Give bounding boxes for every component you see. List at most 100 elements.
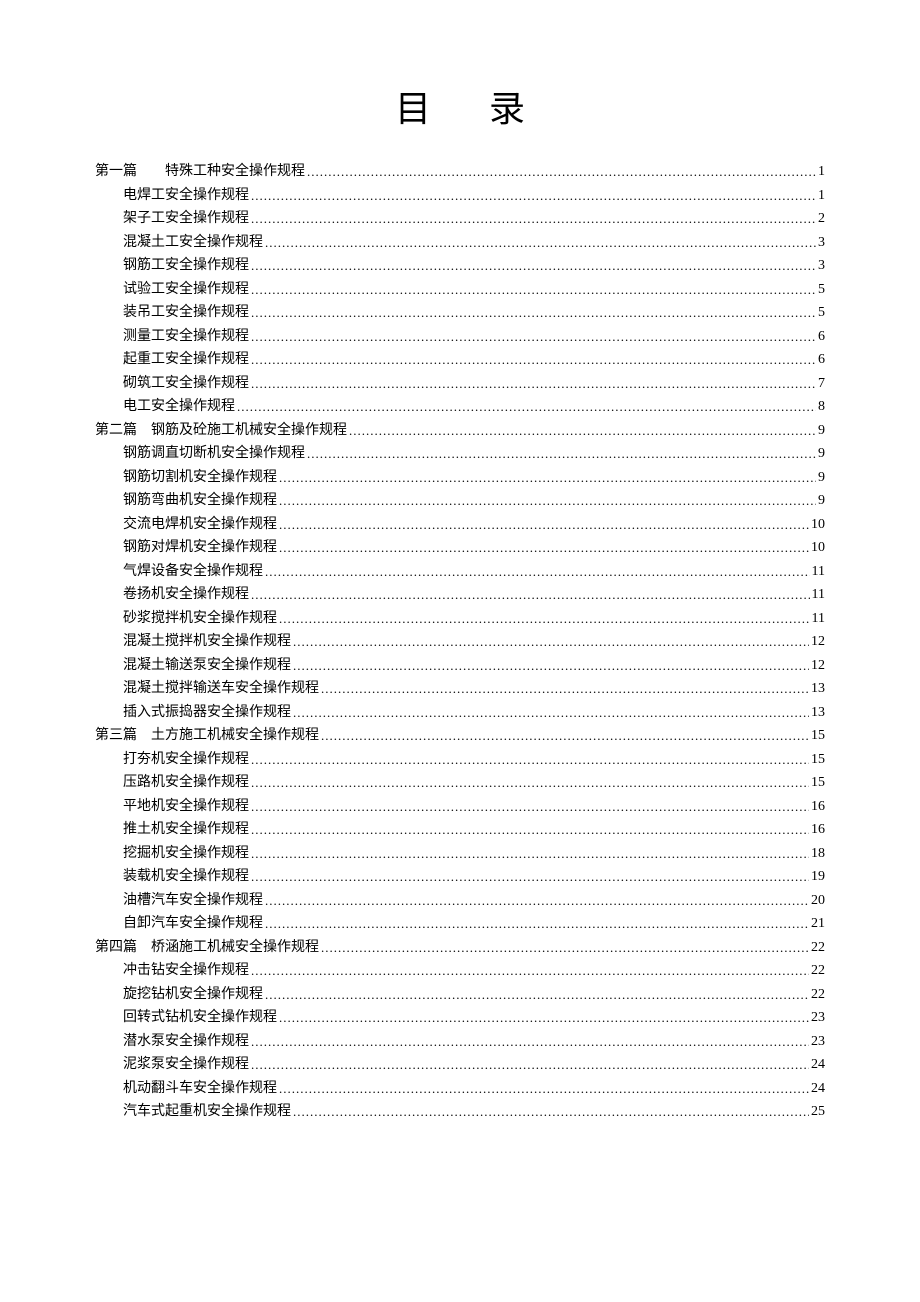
toc-entry-label: 汽车式起重机安全操作规程 — [123, 1101, 291, 1124]
toc-leader-dots — [265, 232, 816, 255]
toc-entry-page: 21 — [811, 913, 825, 936]
toc-leader-dots — [251, 255, 816, 278]
toc-entry: 混凝土输送泵安全操作规程12 — [95, 654, 825, 678]
toc-entry: 自卸汽车安全操作规程21 — [95, 912, 825, 936]
toc-entry-page: 8 — [818, 396, 825, 419]
toc-entry: 钢筋调直切断机安全操作规程 9 — [95, 442, 825, 466]
toc-entry: 推土机安全操作规程16 — [95, 818, 825, 842]
table-of-contents: 第一篇 特殊工种安全操作规程1电焊工安全操作规程1架子工安全操作规程2混凝土工安… — [95, 160, 825, 1124]
toc-entry-page: 15 — [811, 772, 825, 795]
toc-entry-page: 25 — [811, 1101, 825, 1124]
toc-entry-page: 11 — [812, 608, 825, 631]
toc-entry-page: 11 — [812, 584, 825, 607]
toc-entry-label: 钢筋工安全操作规程 — [123, 255, 249, 278]
toc-entry-label: 起重工安全操作规程 — [123, 349, 249, 372]
toc-entry-page: 12 — [811, 631, 825, 654]
toc-leader-dots — [279, 490, 816, 513]
toc-entry: 钢筋对焊机安全操作规程10 — [95, 536, 825, 560]
toc-entry-label: 回转式钻机安全操作规程 — [123, 1007, 277, 1030]
toc-entry-label: 第三篇 土方施工机械安全操作规程 — [95, 725, 319, 748]
toc-entry: 电焊工安全操作规程1 — [95, 184, 825, 208]
toc-entry-label: 砂浆搅拌机安全操作规程 — [123, 608, 277, 631]
toc-entry: 冲击钻安全操作规程22 — [95, 959, 825, 983]
toc-entry-label: 混凝土工安全操作规程 — [123, 232, 263, 255]
toc-entry-label: 交流电焊机安全操作规程 — [123, 514, 277, 537]
toc-entry-page: 22 — [811, 937, 825, 960]
toc-entry: 电工安全操作规程8 — [95, 395, 825, 419]
toc-entry-label: 气焊设备安全操作规程 — [123, 561, 263, 584]
toc-entry: 混凝土工安全操作规程 3 — [95, 231, 825, 255]
toc-leader-dots — [251, 349, 816, 372]
toc-entry-label: 砌筑工安全操作规程 — [123, 373, 249, 396]
toc-entry-label: 潜水泵安全操作规程 — [123, 1031, 249, 1054]
toc-entry-page: 7 — [818, 373, 825, 396]
toc-entry: 平地机安全操作规程16 — [95, 795, 825, 819]
toc-entry-page: 24 — [811, 1054, 825, 1077]
toc-entry: 插入式振捣器安全操作规程13 — [95, 701, 825, 725]
toc-leader-dots — [279, 537, 809, 560]
toc-entry-label: 钢筋弯曲机安全操作规程 — [123, 490, 277, 513]
toc-entry: 砌筑工安全操作规程 7 — [95, 372, 825, 396]
toc-entry-label: 第一篇 特殊工种安全操作规程 — [95, 161, 305, 184]
toc-entry-page: 16 — [811, 819, 825, 842]
toc-leader-dots — [251, 1054, 809, 1077]
toc-entry-page: 22 — [811, 960, 825, 983]
toc-entry-page: 15 — [811, 749, 825, 772]
toc-entry: 第二篇 钢筋及砼施工机械安全操作规程9 — [95, 419, 825, 443]
toc-entry: 装吊工安全操作规程5 — [95, 301, 825, 325]
toc-leader-dots — [251, 819, 809, 842]
toc-entry-page: 12 — [811, 655, 825, 678]
toc-leader-dots — [251, 302, 816, 325]
toc-leader-dots — [279, 1007, 809, 1030]
toc-entry-page: 24 — [811, 1078, 825, 1101]
toc-leader-dots — [293, 1101, 809, 1124]
toc-entry: 装载机安全操作规程19 — [95, 865, 825, 889]
toc-entry-label: 钢筋调直切断机安全操作规程 — [123, 443, 305, 466]
toc-leader-dots — [321, 678, 809, 701]
toc-entry: 钢筋弯曲机安全操作规程 9 — [95, 489, 825, 513]
toc-leader-dots — [307, 161, 816, 184]
toc-leader-dots — [251, 796, 809, 819]
toc-entry-label: 机动翻斗车安全操作规程 — [123, 1078, 277, 1101]
toc-entry-label: 挖掘机安全操作规程 — [123, 843, 249, 866]
toc-leader-dots — [279, 608, 810, 631]
toc-entry-page: 5 — [818, 302, 825, 325]
toc-entry-page: 2 — [818, 208, 825, 231]
toc-entry-page: 3 — [818, 255, 825, 278]
toc-entry: 砂浆搅拌机安全操作规程 11 — [95, 607, 825, 631]
toc-entry-page: 9 — [818, 443, 825, 466]
toc-leader-dots — [251, 326, 816, 349]
toc-entry: 打夯机安全操作规程15 — [95, 748, 825, 772]
toc-entry-page: 23 — [811, 1031, 825, 1054]
toc-leader-dots — [307, 443, 816, 466]
toc-leader-dots — [265, 890, 809, 913]
toc-leader-dots — [265, 913, 809, 936]
toc-entry-label: 钢筋对焊机安全操作规程 — [123, 537, 277, 560]
toc-entry: 卷扬机安全操作规程11 — [95, 583, 825, 607]
toc-entry-page: 16 — [811, 796, 825, 819]
toc-entry-page: 9 — [818, 467, 825, 490]
toc-entry: 压路机安全操作规程15 — [95, 771, 825, 795]
toc-entry: 钢筋切割机安全操作规程9 — [95, 466, 825, 490]
toc-entry: 试验工安全操作规程5 — [95, 278, 825, 302]
toc-entry-page: 9 — [818, 490, 825, 513]
toc-entry: 旋挖钻机安全操作规程22 — [95, 983, 825, 1007]
toc-entry: 第一篇 特殊工种安全操作规程1 — [95, 160, 825, 184]
toc-entry-page: 9 — [818, 420, 825, 443]
toc-entry: 架子工安全操作规程2 — [95, 207, 825, 231]
toc-leader-dots — [251, 208, 816, 231]
toc-leader-dots — [251, 279, 816, 302]
toc-entry-label: 油槽汽车安全操作规程 — [123, 890, 263, 913]
toc-entry: 测量工安全操作规程6 — [95, 325, 825, 349]
toc-leader-dots — [251, 584, 810, 607]
toc-leader-dots — [279, 514, 809, 537]
toc-entry: 第四篇 桥涵施工机械安全操作规程22 — [95, 936, 825, 960]
toc-entry-label: 混凝土搅拌输送车安全操作规程 — [123, 678, 319, 701]
toc-entry: 钢筋工安全操作规程 3 — [95, 254, 825, 278]
toc-leader-dots — [279, 1078, 809, 1101]
toc-entry-label: 插入式振捣器安全操作规程 — [123, 702, 291, 725]
toc-leader-dots — [265, 984, 809, 1007]
toc-entry: 泥浆泵安全操作规程24 — [95, 1053, 825, 1077]
toc-entry-page: 3 — [818, 232, 825, 255]
toc-entry-page: 22 — [811, 984, 825, 1007]
